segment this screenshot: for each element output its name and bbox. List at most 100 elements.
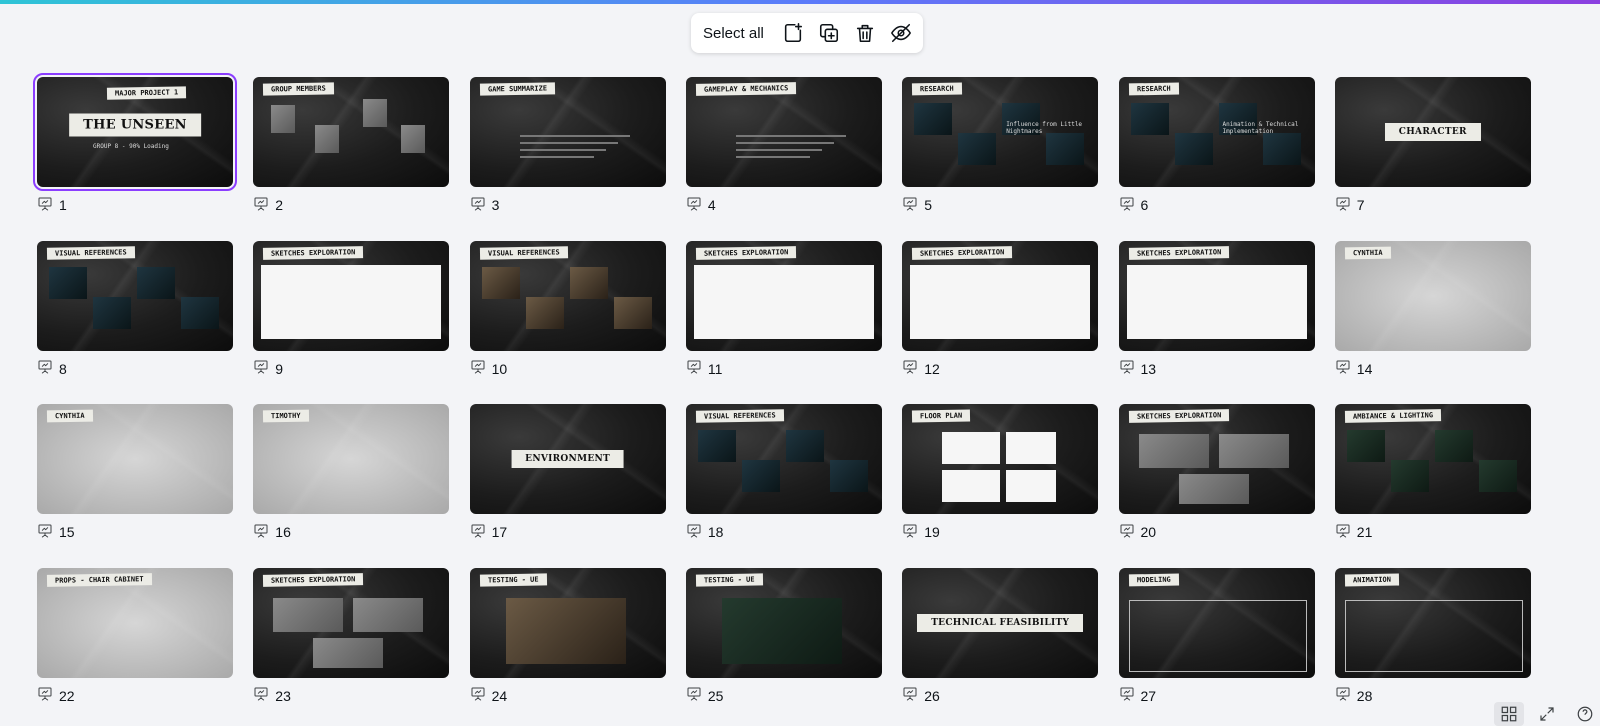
slide-preview[interactable]: TIMOTHY	[253, 404, 450, 514]
presentation-notes-icon[interactable]	[470, 523, 486, 542]
presentation-notes-icon[interactable]	[686, 686, 702, 705]
presentation-notes-icon[interactable]	[470, 359, 486, 378]
presentation-notes-icon[interactable]	[253, 686, 269, 705]
slide-preview[interactable]: THE UNSEEN MAJOR PROJECT 1 GROUP 8 - 90% L…	[33, 73, 237, 191]
slide-preview[interactable]: CYNTHIA	[1334, 240, 1531, 351]
presentation-notes-icon[interactable]	[253, 196, 269, 215]
slide-preview[interactable]: GAMEPLAY & MECHANICS	[685, 77, 882, 187]
presentation-notes-icon[interactable]	[1335, 196, 1351, 215]
trash-icon[interactable]	[848, 16, 882, 50]
presentation-notes-icon[interactable]	[37, 523, 53, 542]
presentation-notes-icon[interactable]	[902, 686, 918, 705]
slide-thumbnail[interactable]: TECHNICAL FEASIBILITY 26	[902, 567, 1099, 705]
slide-thumbnail[interactable]: TIMOTHY 16	[253, 404, 450, 542]
presentation-notes-icon[interactable]	[1119, 686, 1135, 705]
slide-thumbnail[interactable]: VISUAL REFERENCES 10	[469, 240, 666, 378]
slide-preview[interactable]: RESEARCH Influence from Little Nightmares	[902, 77, 1099, 187]
floor-plan-sheet	[942, 432, 1001, 464]
slide-thumbnail[interactable]: TESTING - UE 24	[469, 567, 666, 705]
slide-thumbnail[interactable]: MODELING 27	[1118, 567, 1315, 705]
slide-number: 13	[1140, 360, 1157, 377]
slide-thumbnail[interactable]: CYNTHIA 15	[37, 404, 233, 540]
slide-thumbnail[interactable]: RESEARCH Animation & Technical Implementa…	[1118, 77, 1315, 215]
presentation-notes-icon[interactable]	[902, 523, 918, 542]
slide-preview[interactable]: VISUAL REFERENCES	[469, 240, 666, 351]
slide-number: 14	[1356, 360, 1373, 377]
slide-thumbnail[interactable]: GROUP MEMBERS 2	[253, 77, 450, 215]
slide-preview[interactable]: AMBIANCE & LIGHTING	[1334, 404, 1531, 514]
slide-preview[interactable]: PROPS - CHAIR CABINET	[37, 567, 233, 678]
presentation-notes-icon[interactable]	[37, 359, 53, 378]
presentation-notes-icon[interactable]	[253, 523, 269, 542]
member-photo	[271, 105, 296, 133]
slide-thumbnail[interactable]: TESTING - UE 25	[685, 567, 882, 705]
slide-thumbnail[interactable]: SKETCHES EXPLORATION 23	[253, 567, 450, 705]
hide-icon[interactable]	[884, 16, 918, 50]
grid-view-icon[interactable]	[1494, 702, 1524, 726]
slide-thumbnail[interactable]: SKETCHES EXPLORATION 13	[1118, 240, 1315, 378]
presentation-notes-icon[interactable]	[1335, 523, 1351, 542]
presentation-notes-icon[interactable]	[470, 196, 486, 215]
slide-thumbnail[interactable]: PROPS - CHAIR CABINET 22	[37, 567, 233, 705]
slide-number: 23	[275, 687, 291, 704]
slide-preview[interactable]: GROUP MEMBERS	[253, 77, 450, 187]
slide-preview[interactable]: ANIMATION	[1334, 567, 1531, 678]
presentation-notes-icon[interactable]	[686, 523, 702, 542]
slide-preview[interactable]: TESTING - UE	[685, 567, 882, 678]
slide-preview[interactable]: SKETCHES EXPLORATION	[685, 240, 882, 351]
slide-heading: RESEARCH	[1128, 82, 1179, 96]
slide-preview[interactable]: FLOOR PLAN	[902, 404, 1099, 514]
presentation-notes-icon[interactable]	[470, 686, 486, 705]
slide-preview[interactable]: TECHNICAL FEASIBILITY	[902, 567, 1099, 678]
slide-preview[interactable]: SKETCHES EXPLORATION	[253, 567, 450, 678]
presentation-notes-icon[interactable]	[902, 359, 918, 378]
slide-thumbnail[interactable]: GAMEPLAY & MECHANICS 4	[685, 77, 882, 215]
slide-thumbnail[interactable]: THE UNSEEN MAJOR PROJECT 1 GROUP 8 - 90% L…	[33, 73, 237, 215]
reference-image	[613, 296, 652, 329]
presentation-notes-icon[interactable]	[686, 359, 702, 378]
add-page-icon[interactable]	[776, 16, 810, 50]
slide-number: 21	[1356, 524, 1373, 540]
presentation-notes-icon[interactable]	[1119, 196, 1135, 215]
slide-thumbnail[interactable]: RESEARCH Influence from Little Nightmares…	[902, 77, 1099, 215]
slide-preview[interactable]: SKETCHES EXPLORATION	[1118, 404, 1315, 514]
slide-preview[interactable]: VISUAL REFERENCES	[685, 404, 882, 514]
slide-thumbnail[interactable]: VISUAL REFERENCES 18	[685, 404, 882, 542]
presentation-notes-icon[interactable]	[1335, 686, 1351, 705]
slide-preview[interactable]: CYNTHIA	[37, 404, 233, 514]
slide-preview[interactable]: RESEARCH Animation & Technical Implementa…	[1118, 77, 1315, 187]
presentation-notes-icon[interactable]	[1119, 523, 1135, 542]
presentation-notes-icon[interactable]	[1335, 359, 1351, 378]
slide-thumbnail[interactable]: VISUAL REFERENCES 8	[37, 240, 233, 378]
slide-thumbnail[interactable]: CHARACTER 7	[1334, 77, 1531, 215]
fullscreen-icon[interactable]	[1532, 702, 1562, 726]
slide-preview[interactable]: GAME SUMMARIZE	[469, 77, 666, 187]
help-icon[interactable]	[1570, 702, 1600, 726]
slide-thumbnail[interactable]: GAME SUMMARIZE 3	[469, 77, 666, 215]
slide-preview[interactable]: ENVIRONMENT	[469, 404, 666, 514]
presentation-notes-icon[interactable]	[902, 196, 918, 215]
presentation-notes-icon[interactable]	[37, 686, 53, 705]
slide-thumbnail[interactable]: AMBIANCE & LIGHTING 21	[1334, 404, 1531, 542]
slide-preview[interactable]: TESTING - UE	[469, 567, 666, 678]
slide-thumbnail[interactable]: SKETCHES EXPLORATION 20	[1118, 404, 1315, 542]
slide-thumbnail[interactable]: FLOOR PLAN 19	[902, 404, 1099, 542]
slide-thumbnail[interactable]: ENVIRONMENT 17	[469, 404, 666, 542]
slide-preview[interactable]: SKETCHES EXPLORATION	[902, 240, 1099, 351]
presentation-notes-icon[interactable]	[1119, 359, 1135, 378]
slide-preview[interactable]: SKETCHES EXPLORATION	[1118, 240, 1315, 351]
slide-thumbnail[interactable]: CYNTHIA 14	[1334, 240, 1531, 378]
slide-thumbnail[interactable]: ANIMATION 28	[1334, 567, 1531, 705]
presentation-notes-icon[interactable]	[253, 359, 269, 378]
duplicate-icon[interactable]	[812, 16, 846, 50]
presentation-notes-icon[interactable]	[37, 196, 53, 215]
slide-thumbnail[interactable]: SKETCHES EXPLORATION 9	[253, 240, 450, 378]
slide-thumbnail[interactable]: SKETCHES EXPLORATION 11	[685, 240, 882, 378]
select-all-button[interactable]: Select all	[703, 25, 764, 42]
slide-preview[interactable]: CHARACTER	[1334, 77, 1531, 187]
slide-preview[interactable]: SKETCHES EXPLORATION	[253, 240, 450, 351]
slide-thumbnail[interactable]: SKETCHES EXPLORATION 12	[902, 240, 1099, 378]
slide-preview[interactable]: MODELING	[1118, 567, 1315, 678]
slide-preview[interactable]: VISUAL REFERENCES	[37, 240, 233, 351]
presentation-notes-icon[interactable]	[686, 196, 702, 215]
